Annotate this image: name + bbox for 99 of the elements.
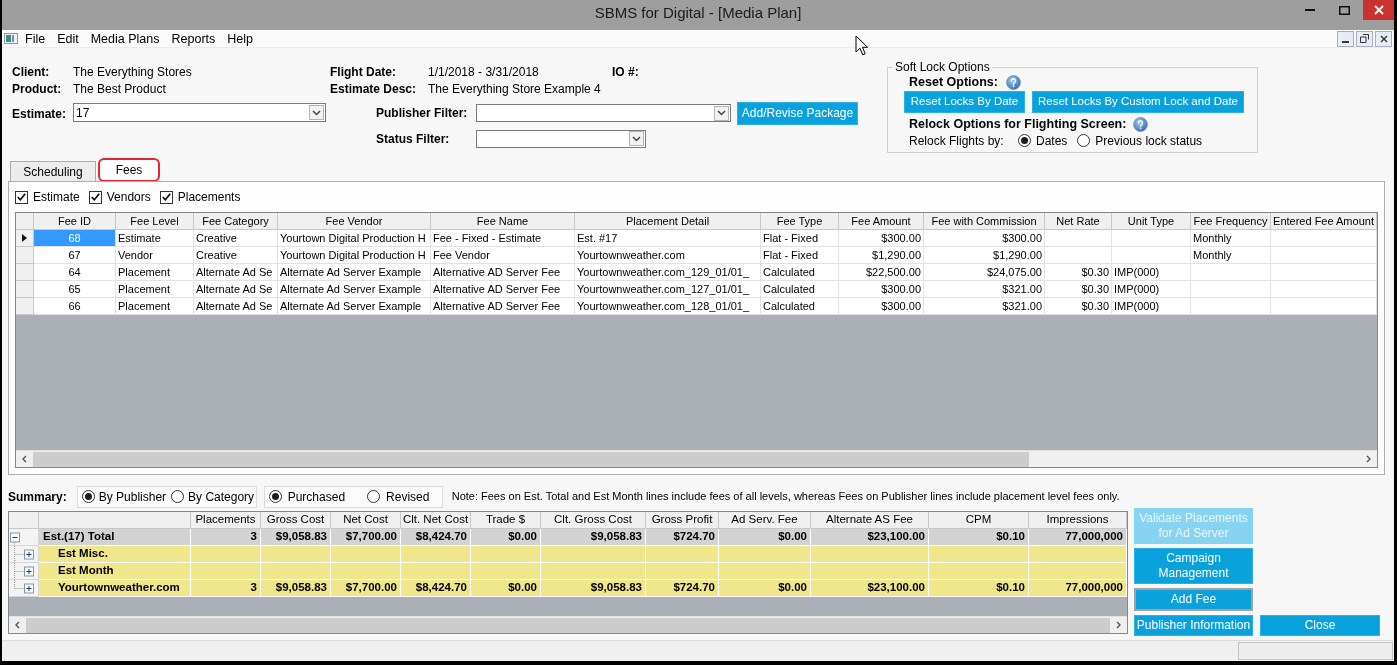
column-header[interactable]: Fee Type	[761, 213, 839, 229]
menu-item[interactable]: Help	[221, 30, 259, 47]
column-header[interactable]: Fee ID	[34, 213, 116, 229]
radio-label: Purchased	[287, 488, 346, 506]
radio-label: By Category	[188, 488, 255, 506]
mdi-restore-button[interactable]	[1356, 30, 1373, 47]
column-header[interactable]: Clt. Net Cost	[401, 512, 471, 528]
radio-label: Dates	[1036, 132, 1068, 150]
field-label: Estimate Desc:	[330, 82, 417, 96]
expand-toggle-icon[interactable]	[24, 583, 34, 594]
summary-label: Summary:	[8, 488, 67, 506]
group-title: Soft Lock Options	[894, 61, 991, 74]
column-header[interactable]: Net Rate	[1045, 213, 1112, 229]
menu-item[interactable]: Media Plans	[84, 30, 166, 47]
radio-button[interactable]	[81, 490, 95, 503]
close-icon	[1379, 34, 1388, 43]
tab[interactable]: Scheduling	[10, 161, 96, 181]
collapse-toggle-icon[interactable]	[10, 532, 20, 543]
row-label: Est.(17) Total	[43, 529, 115, 545]
column-header[interactable]: Fee Amount	[839, 213, 924, 229]
column-header[interactable]: Gross Cost	[261, 512, 331, 528]
row-header[interactable]	[16, 230, 34, 247]
field-label: Estimate:	[12, 107, 67, 121]
checkbox[interactable]	[159, 190, 173, 204]
column-header[interactable]: Clt. Gross Cost	[541, 512, 646, 528]
radio-button[interactable]	[171, 490, 185, 503]
row-label: Est Month	[58, 563, 114, 579]
column-header[interactable]: Placements	[191, 512, 261, 528]
radio-label: Revised	[386, 488, 430, 506]
help-icon[interactable]	[1005, 74, 1021, 90]
column-header[interactable]: CPM	[929, 512, 1029, 528]
column-header[interactable]: Fee Vendor	[278, 213, 431, 229]
window-close-button[interactable]	[1363, 0, 1394, 20]
radio-label: By Publisher	[98, 488, 167, 506]
column-header[interactable]: Net Cost	[331, 512, 401, 528]
minimize-icon	[1305, 9, 1315, 11]
menu-item[interactable]: Reports	[165, 30, 222, 47]
field-label: Flight Date:	[330, 65, 396, 79]
menu-item[interactable]: Edit	[51, 30, 85, 47]
minimize-icon	[1342, 40, 1349, 43]
close-icon	[1373, 5, 1384, 15]
field-label: Product:	[12, 82, 62, 96]
radio-button[interactable]	[1018, 134, 1031, 147]
row-label: Est Misc.	[58, 546, 108, 562]
column-header[interactable]: Placement Detail	[575, 213, 761, 229]
column-header[interactable]: Entered Fee Amount	[1271, 213, 1377, 229]
table-cell: 68	[34, 230, 116, 247]
column-header[interactable]: Trade $	[471, 512, 541, 528]
radio-button[interactable]	[1077, 134, 1091, 147]
field-value: The Everything Stores	[73, 64, 192, 81]
field-label: Status Filter:	[376, 131, 450, 146]
mdi-close-button[interactable]	[1375, 30, 1392, 47]
help-icon[interactable]	[1133, 116, 1149, 132]
field-label: Publisher Filter:	[376, 106, 468, 120]
field-label: Client:	[12, 65, 50, 79]
window-title: SBMS for Digital - [Media Plan]	[594, 2, 802, 23]
column-header[interactable]: Unit Type	[1112, 213, 1191, 229]
column-header[interactable]: Gross Profit	[646, 512, 719, 528]
checkmark-icon	[161, 193, 171, 201]
radio-label: Previous lock status	[1095, 132, 1203, 150]
row-pointer-icon	[22, 234, 27, 242]
tab[interactable]: Fees	[98, 158, 160, 182]
column-header[interactable]: Impressions	[1029, 512, 1127, 528]
checkmark-icon	[90, 193, 100, 201]
field-value: 1/1/2018 - 3/31/2018	[428, 64, 539, 81]
field-value: The Best Product	[73, 81, 166, 98]
column-header[interactable]: Fee with Commission	[924, 213, 1045, 229]
checkbox-label: Estimate	[33, 189, 80, 206]
publisher-filter-dropdown[interactable]	[476, 104, 731, 122]
maximize-icon	[1338, 5, 1350, 15]
checkbox[interactable]	[15, 190, 28, 204]
checkbox-label: Vendors	[106, 189, 151, 206]
column-header[interactable]: Fee Frequency	[1191, 213, 1271, 229]
field-value: The Everything Store Example 4	[428, 81, 601, 98]
status-filter-dropdown[interactable]	[476, 129, 646, 148]
expand-toggle-icon[interactable]	[24, 549, 34, 560]
column-header[interactable]: Fee Category	[194, 213, 278, 229]
mdi-minimize-button[interactable]	[1337, 30, 1354, 47]
estimate-dropdown[interactable]: 17	[73, 103, 326, 122]
expand-toggle-icon[interactable]	[24, 566, 34, 577]
row-label: Yourtownweather.com	[58, 580, 180, 596]
section-label: Relock Options for Flighting Screen:	[909, 115, 1127, 133]
checkmark-icon	[17, 193, 26, 201]
summary-note: Note: Fees on Est. Total and Est Month lines include fees of all levels, whereas Fees on Publisher lines include placement level fees only.	[451, 489, 1120, 505]
horizontal-scrollbar[interactable]	[16, 450, 1377, 467]
column-header[interactable]: Alternate AS Fee	[811, 512, 929, 528]
column-header[interactable]: Fee Name	[431, 213, 575, 229]
scroll-thumb[interactable]	[33, 451, 1029, 467]
field-label: IO #:	[612, 64, 639, 81]
checkbox-label: Placements	[177, 189, 241, 206]
column-header[interactable]: Ad Serv. Fee	[719, 512, 811, 528]
restore-icon	[1360, 34, 1369, 43]
section-label: Reset Options:	[909, 74, 998, 91]
checkbox[interactable]	[88, 190, 102, 204]
radio-button[interactable]	[268, 490, 282, 503]
column-header[interactable]: Fee Level	[116, 213, 194, 229]
radio-button[interactable]	[367, 490, 381, 503]
field-label: Relock Flights by:	[909, 133, 1004, 148]
menu-item[interactable]: File	[19, 30, 52, 47]
